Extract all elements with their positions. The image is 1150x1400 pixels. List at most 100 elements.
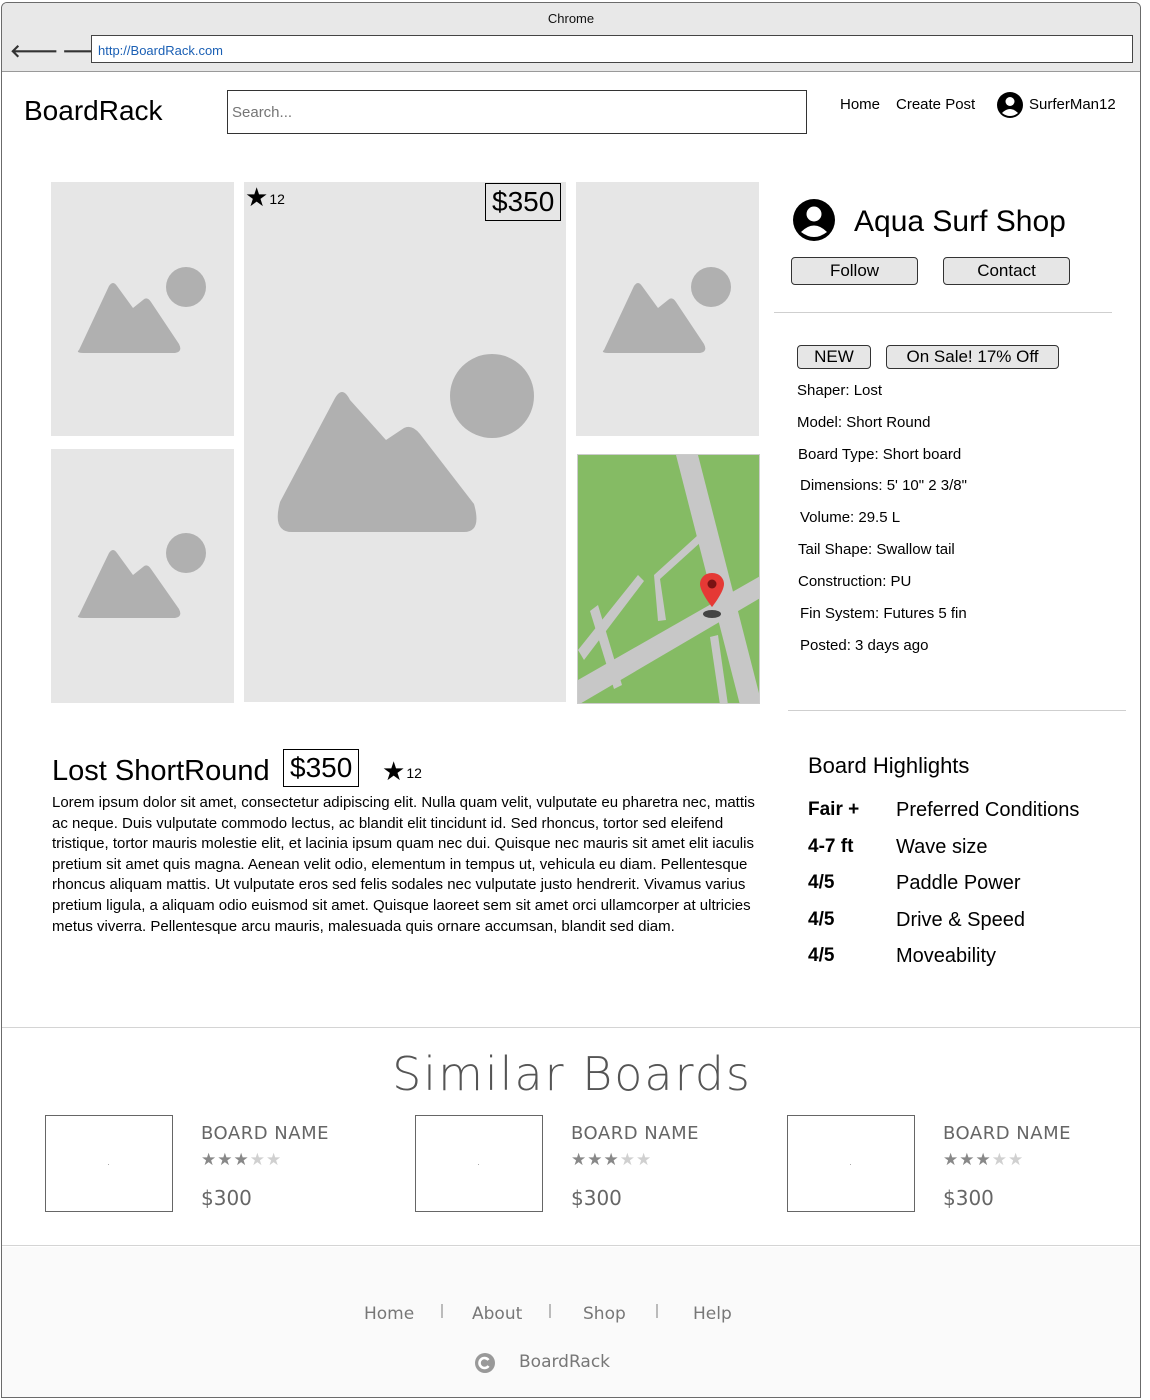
highlight-label: Moveability [896,945,997,967]
star-empty-icon: ★ [619,1150,636,1169]
gallery-rating: ★ 12 [245,182,285,212]
seller-name[interactable]: Aqua Surf Shop [854,205,1066,239]
highlights-title: Board Highlights [808,753,970,778]
new-tag: NEW [797,345,871,369]
thumb-dot [850,1164,851,1165]
map-roads [578,455,759,703]
address-bar[interactable]: http://BoardRack.com [91,35,1133,63]
contact-button[interactable]: Contact [943,257,1070,285]
rating-count: 12 [269,191,285,207]
seller-divider [774,312,1112,313]
similar-card-name[interactable]: BOARD NAME [571,1123,699,1144]
footer-separator [441,1304,443,1318]
star-empty-icon: ★ [636,1150,653,1169]
highlight-value: Fair + [808,799,860,820]
star-empty-icon: ★ [266,1150,283,1169]
gallery-image-1[interactable] [51,182,234,436]
star-filled-icon: ★ [975,1150,992,1169]
footer-divider [2,1245,1140,1246]
similar-card-name[interactable]: BOARD NAME [201,1123,329,1144]
highlight-value: 4-7 ft [808,836,854,857]
location-map[interactable] [577,454,760,704]
gallery-image-3[interactable] [576,182,759,436]
sale-tag: On Sale! 17% Off [886,345,1059,369]
browser-title: Chrome [547,11,595,26]
listing-rating: ★ 12 [382,756,422,786]
footer-separator [656,1304,658,1318]
site-logo[interactable]: BoardRack [24,95,163,127]
footer-link-help[interactable]: Help [693,1304,732,1324]
footer-link-shop[interactable]: Shop [583,1304,626,1324]
star-filled-icon: ★ [571,1150,588,1169]
star-empty-icon: ★ [1008,1150,1025,1169]
footer-brand: BoardRack [519,1352,611,1372]
star-filled-icon: ★ [959,1150,976,1169]
spec-dimensions: Dimensions: 5' 10" 2 3/8" [800,477,967,494]
nav-username[interactable]: SurferMan12 [1029,96,1116,113]
listing-description: Lorem ipsum dolor sit amet, consectetur … [52,794,755,935]
similar-card-thumbnail[interactable] [45,1115,173,1212]
gallery-image-2[interactable] [51,449,234,703]
similar-card-rating: ★★★★★ [571,1150,652,1170]
spec-volume: Volume: 29.5 L [800,509,901,526]
similar-card-price: $300 [201,1186,252,1210]
rating-count: 12 [406,765,422,781]
similar-card-thumbnail[interactable] [787,1115,915,1212]
highlight-value: 4/5 [808,872,835,893]
star-filled-icon: ★ [201,1150,218,1169]
similar-boards-title: Similar Boards [392,1047,752,1101]
star-empty-icon: ★ [991,1150,1008,1169]
back-arrow-icon[interactable]: 🡐 [10,41,58,61]
listing-title: Lost ShortRound [52,755,270,787]
map-pin-icon [700,573,724,618]
nav-home[interactable]: Home [840,96,880,113]
spec-fin-system: Fin System: Futures 5 fin [800,605,967,622]
similar-card-rating: ★★★★★ [943,1150,1024,1170]
star-filled-icon: ★ [233,1150,250,1169]
star-icon: ★ [382,756,406,786]
similar-card-price: $300 [943,1186,994,1210]
star-filled-icon: ★ [603,1150,620,1169]
similar-card-name[interactable]: BOARD NAME [943,1123,1071,1144]
seller-avatar-icon[interactable] [791,197,837,243]
spec-construction: Construction: PU [798,573,912,590]
nav-create-post[interactable]: Create Post [896,96,975,113]
star-filled-icon: ★ [943,1150,960,1169]
follow-button[interactable]: Follow [791,257,918,285]
highlight-label: Paddle Power [896,872,1021,894]
footer-link-about[interactable]: About [472,1304,522,1324]
spec-tail-shape: Tail Shape: Swallow tail [798,541,955,558]
highlight-label: Wave size [896,836,988,858]
user-icon[interactable] [996,91,1024,119]
star-icon: ★ [245,182,269,212]
star-empty-icon: ★ [249,1150,266,1169]
image-placeholder-icon [277,354,534,532]
thumb-dot [108,1164,109,1165]
image-placeholder-icon [77,533,206,618]
footer-separator [549,1304,551,1318]
star-filled-icon: ★ [587,1150,604,1169]
spec-shaper: Shaper: Lost [797,382,883,399]
image-placeholder-icon [602,267,731,353]
spec-model: Model: Short Round [797,414,931,431]
star-filled-icon: ★ [217,1150,234,1169]
gallery-main-image[interactable] [244,182,566,702]
spec-posted: Posted: 3 days ago [800,637,929,654]
footer-link-home[interactable]: Home [364,1304,414,1324]
browser-window: Chrome 🡐 🡒 ⟳ http://BoardRack.com BoardR… [1,2,1141,1398]
spec-board-type: Board Type: Short board [798,446,962,463]
search-input[interactable] [227,90,807,134]
highlight-label: Preferred Conditions [896,799,1080,821]
copyright-icon [475,1353,495,1373]
similar-card-thumbnail[interactable] [415,1115,543,1212]
section-divider [2,1027,1140,1028]
gallery-price: $350 [485,183,562,221]
specs-divider [788,710,1126,711]
thumb-dot [478,1164,479,1165]
highlight-label: Drive & Speed [896,909,1025,931]
listing-price: $350 [283,749,360,787]
footer [2,1247,1140,1397]
similar-card-rating: ★★★★★ [201,1150,282,1170]
highlight-value: 4/5 [808,945,835,966]
image-placeholder-icon [77,267,206,353]
